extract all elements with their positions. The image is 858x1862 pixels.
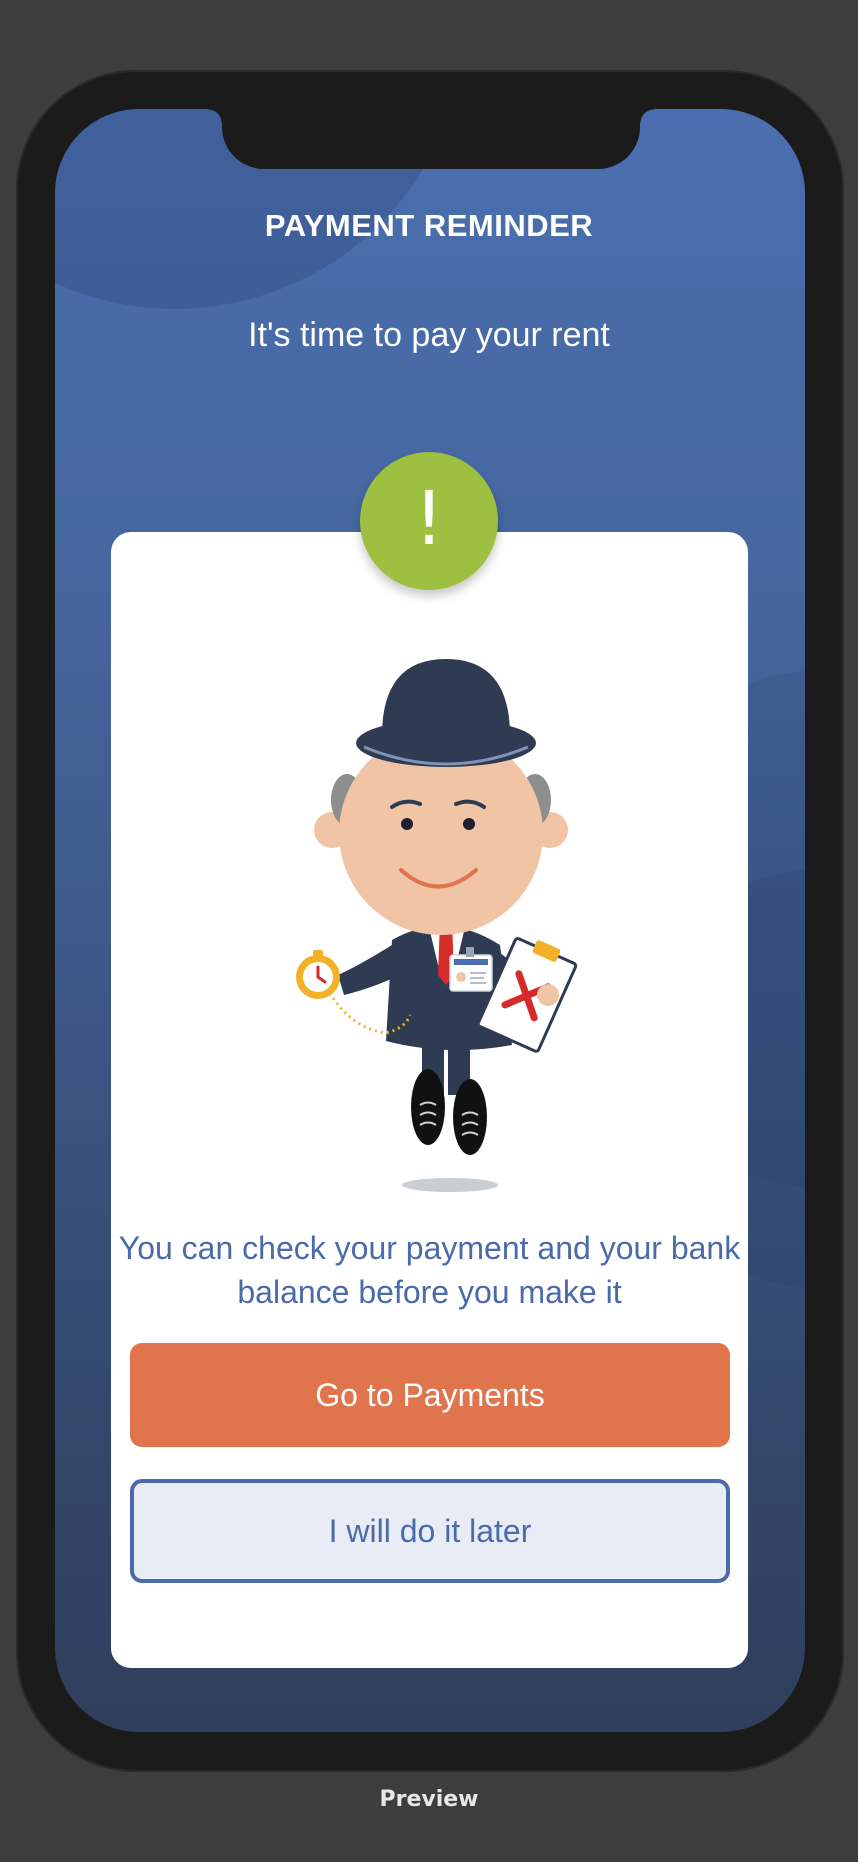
mascot-illustration [296, 659, 578, 1192]
do-it-later-button[interactable]: I will do it later [130, 1479, 730, 1583]
page-title: PAYMENT REMINDER [264, 208, 594, 243]
device-notch [208, 109, 654, 169]
mascot-eye-left [401, 818, 413, 830]
go-to-payments-button[interactable]: Go to Payments [130, 1343, 730, 1447]
preview-label: Preview [379, 1787, 479, 1812]
exclamation-icon: ! [414, 476, 444, 562]
mascot-eye-right [463, 818, 475, 830]
mascot-hand-right [537, 984, 559, 1006]
page-subtitle: It's time to pay your rent [248, 316, 610, 354]
mascot-shadow [402, 1178, 498, 1192]
mascot-shoe-left [411, 1069, 445, 1145]
alert-badge: ! [360, 452, 498, 590]
payment-info-text: You can check your payment and your bank… [118, 1230, 741, 1310]
mascot-shoe-right [453, 1079, 487, 1155]
bowler-hat-crown [381, 659, 511, 741]
